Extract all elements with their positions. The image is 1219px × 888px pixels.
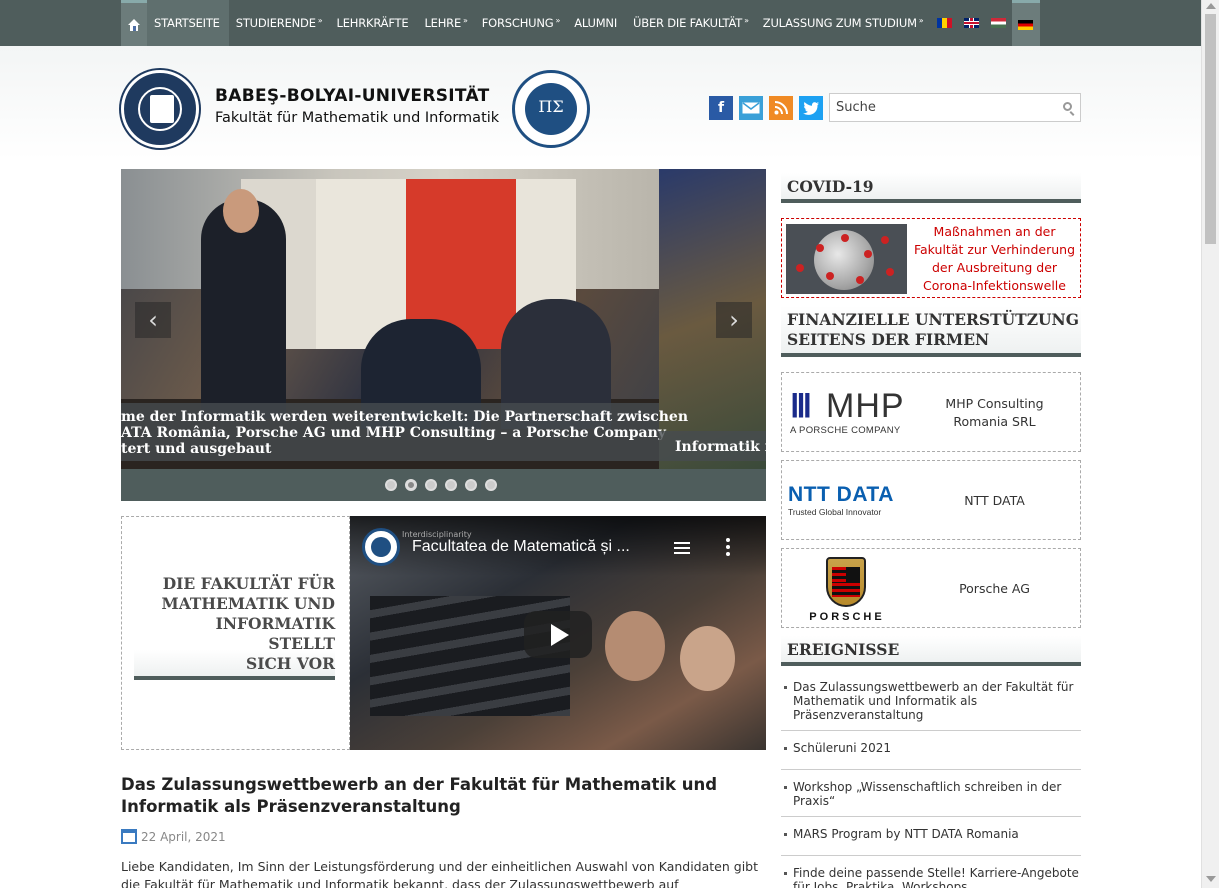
channel-logo-icon[interactable] bbox=[362, 528, 400, 566]
slider-dot[interactable] bbox=[465, 479, 477, 491]
event-link[interactable]: Das Zulassungswettbewerb an der Fakultät… bbox=[781, 676, 1081, 731]
covid-box[interactable]: Maßnahmen an der Fakultät zur Verhinderu… bbox=[781, 218, 1081, 298]
hu-flag-icon[interactable] bbox=[990, 18, 1006, 28]
slider-dot[interactable] bbox=[385, 479, 397, 491]
porsche-logo[interactable]: PORSCHE bbox=[792, 611, 902, 623]
search-input[interactable] bbox=[830, 94, 1050, 121]
ntt-data-logo[interactable]: NTT DATA Trusted Global Innovator bbox=[788, 483, 908, 517]
scroll-down-arrow-icon[interactable] bbox=[1206, 876, 1216, 882]
twitter-icon[interactable] bbox=[799, 96, 823, 120]
article-title[interactable]: Das Zulassungswettbewerb an der Fakultät… bbox=[121, 774, 761, 818]
covid-link[interactable]: Maßnahmen an der Fakultät zur Verhinderu… bbox=[912, 223, 1077, 295]
faculty-seal-logo[interactable]: ΠΣ bbox=[512, 70, 590, 148]
scroll-up-arrow-icon[interactable] bbox=[1206, 3, 1216, 9]
slide-caption[interactable]: me der Informatik werden weiterentwickel… bbox=[121, 403, 688, 461]
sponsor-name[interactable]: Porsche AG bbox=[922, 580, 1067, 598]
rss-icon[interactable] bbox=[769, 96, 793, 120]
slider-dot-active[interactable] bbox=[405, 479, 417, 491]
article-body: Liebe Kandidaten, Im Sinn der Leistungsf… bbox=[121, 859, 759, 888]
event-link[interactable]: Finde deine passende Stelle! Karriere-An… bbox=[781, 862, 1081, 888]
porsche-crest-icon[interactable] bbox=[826, 557, 866, 607]
next-slide-caption[interactable]: Informatik in bbox=[659, 431, 766, 461]
sponsor-ntt-data[interactable]: NTT DATA Trusted Global Innovator NTT DA… bbox=[781, 460, 1081, 540]
page-scrollbar[interactable] bbox=[1201, 0, 1219, 888]
nav-item-alumni[interactable]: ALUMNI bbox=[567, 0, 626, 46]
event-link[interactable]: MARS Program by NTT DATA Romania bbox=[781, 823, 1081, 856]
facebook-icon[interactable]: f bbox=[709, 96, 733, 120]
event-link[interactable]: Schüleruni 2021 bbox=[781, 737, 1081, 770]
scrollbar-thumb[interactable] bbox=[1205, 14, 1216, 244]
nav-item-lehrkraefte[interactable]: LEHRKRÄFTE bbox=[329, 0, 417, 46]
de-flag-tab[interactable] bbox=[1011, 0, 1040, 46]
faculty-name[interactable]: Fakultät für Mathematik und Informatik bbox=[215, 110, 499, 126]
youtube-video-embed[interactable]: Interdisciplinarity Facultatea de Matema… bbox=[350, 516, 766, 750]
nav-item-zulassung[interactable]: ZULASSUNG ZUM STUDIUM» bbox=[756, 0, 931, 46]
slider-dot[interactable] bbox=[485, 479, 497, 491]
slider-dot[interactable] bbox=[425, 479, 437, 491]
sponsor-mhp[interactable]: Ⅲ MHP A PORSCHE COMPANY MHP Consulting R… bbox=[781, 372, 1081, 452]
nav-item-ueber-die-fakultaet[interactable]: ÜBER DIE FAKULTÄT» bbox=[626, 0, 756, 46]
faculty-intro-box: DIE FAKULTÄT FÜR MATHEMATIK UND INFORMAT… bbox=[121, 516, 350, 750]
slider-prev-arrow-icon[interactable]: ‹ bbox=[135, 302, 171, 338]
intro-title: DIE FAKULTÄT FÜR MATHEMATIK UND INFORMAT… bbox=[161, 574, 335, 673]
main-navigation: STARTSEITE STUDIERENDE» LEHRKRÄFTE LEHRE… bbox=[0, 0, 1201, 46]
nav-item-forschung[interactable]: FORSCHUNG» bbox=[475, 0, 567, 46]
video-title[interactable]: Facultatea de Matematică și ... bbox=[412, 538, 630, 556]
slider-dots bbox=[385, 479, 505, 491]
playlist-icon[interactable] bbox=[674, 542, 690, 556]
home-icon[interactable] bbox=[121, 0, 147, 46]
event-link[interactable]: Workshop „Wissenschaftlich schreiben in … bbox=[781, 776, 1081, 817]
de-flag-icon[interactable] bbox=[1018, 19, 1033, 30]
sponsor-name[interactable]: NTT DATA bbox=[922, 492, 1067, 510]
slide-caption-line[interactable]: tert und ausgebaut bbox=[121, 441, 271, 457]
calendar-icon bbox=[121, 829, 137, 844]
slider-next-arrow-icon[interactable]: › bbox=[716, 302, 752, 338]
slide-caption-line[interactable]: me der Informatik werden weiterentwickel… bbox=[121, 409, 688, 425]
covid-heading: COVID-19 bbox=[781, 173, 1081, 203]
article-date: 22 April, 2021 bbox=[141, 830, 226, 844]
university-name[interactable]: BABEŞ-BOLYAI-UNIVERSITÄT bbox=[215, 86, 490, 106]
sponsor-name[interactable]: MHP Consulting Romania SRL bbox=[922, 395, 1067, 431]
events-list: Das Zulassungswettbewerb an der Fakultät… bbox=[781, 676, 1081, 888]
nav-item-lehre[interactable]: LEHRE» bbox=[417, 0, 474, 46]
sponsors-heading: FINANZIELLE UNTERSTÜTZUNG SEITENS DER FI… bbox=[781, 306, 1081, 357]
play-button-icon[interactable] bbox=[524, 611, 592, 658]
slide-caption-line[interactable]: ATA România, Porsche AG und MHP Consulti… bbox=[121, 425, 666, 441]
events-heading: EREIGNISSE bbox=[781, 636, 1081, 666]
ro-flag-icon[interactable] bbox=[936, 18, 952, 28]
university-seal-logo[interactable] bbox=[121, 70, 199, 148]
nav-item-studierende[interactable]: STUDIERENDE» bbox=[229, 0, 330, 46]
sponsor-porsche[interactable]: PORSCHE Porsche AG bbox=[781, 548, 1081, 628]
search-box bbox=[829, 93, 1081, 122]
nav-item-startseite[interactable]: STARTSEITE bbox=[147, 0, 229, 46]
mail-icon[interactable] bbox=[739, 96, 763, 120]
more-options-icon[interactable] bbox=[726, 538, 730, 556]
search-icon[interactable] bbox=[1063, 102, 1072, 111]
slider-dot[interactable] bbox=[445, 479, 457, 491]
uk-flag-icon[interactable] bbox=[963, 18, 979, 28]
virus-image[interactable] bbox=[786, 224, 907, 294]
news-slider[interactable]: me der Informatik werden weiterentwickel… bbox=[121, 169, 766, 501]
mhp-logo[interactable]: Ⅲ MHP A PORSCHE COMPANY bbox=[790, 387, 910, 439]
